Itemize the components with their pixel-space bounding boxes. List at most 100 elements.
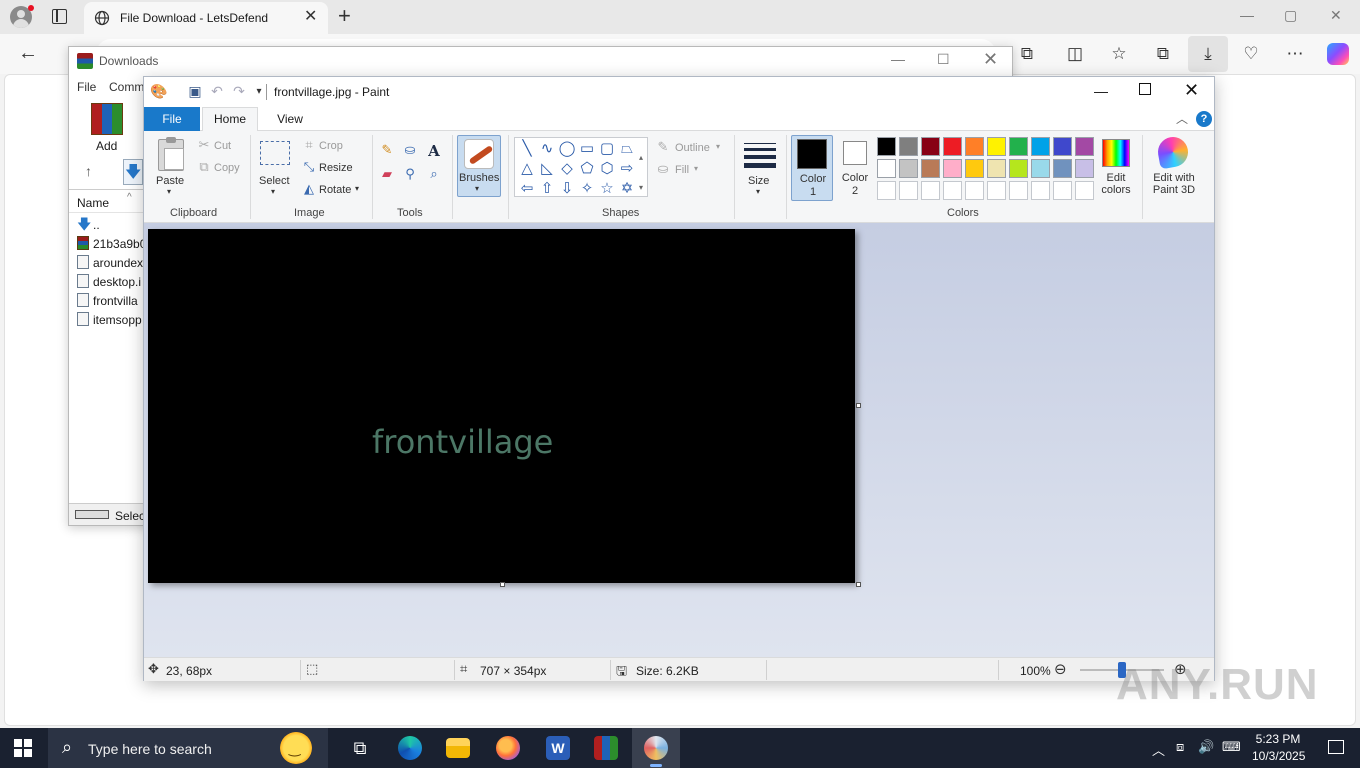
palette-swatch[interactable] <box>965 159 984 178</box>
taskbar-word[interactable]: W <box>534 728 582 768</box>
color-2-number[interactable]: 2 <box>838 185 872 198</box>
palette-swatch[interactable] <box>1009 181 1028 200</box>
select-button[interactable]: Select <box>259 175 290 187</box>
palette-swatch[interactable] <box>921 181 940 200</box>
color-picker-icon[interactable]: ⚲ <box>402 167 418 183</box>
six-point-star-shape-icon[interactable]: ✡ <box>617 178 637 198</box>
curve-shape-icon[interactable]: ∿ <box>537 138 557 158</box>
taskbar-paint[interactable] <box>632 728 680 768</box>
palette-swatch[interactable] <box>1031 137 1050 156</box>
size-dropdown-icon[interactable]: ▾ <box>756 187 760 196</box>
size-button[interactable]: Size <box>748 175 769 187</box>
palette-swatch[interactable] <box>1053 159 1072 178</box>
winrar-path-dropdown[interactable] <box>123 159 143 188</box>
five-point-star-shape-icon[interactable]: ☆ <box>597 178 617 198</box>
brushes-button[interactable]: Brushes ▾ <box>457 135 501 197</box>
palette-swatch[interactable] <box>943 137 962 156</box>
keyboard-icon[interactable]: ⌨ <box>1222 740 1241 755</box>
clipboard-icon[interactable] <box>158 137 184 171</box>
volume-icon[interactable]: 🔊 <box>1198 740 1214 755</box>
resize-handle-bottom[interactable] <box>500 582 505 587</box>
taskbar-edge[interactable] <box>386 728 434 768</box>
palette-swatch[interactable] <box>899 159 918 178</box>
diamond-shape-icon[interactable]: ◇ <box>557 158 577 178</box>
shapes-scroll-up-icon[interactable]: ▴ <box>635 148 647 168</box>
oval-shape-icon[interactable]: ◯ <box>557 138 577 158</box>
winrar-minimize-button[interactable]: — <box>891 51 905 67</box>
palette-swatch[interactable] <box>921 159 940 178</box>
clock-time[interactable]: 5:23 PM <box>1252 732 1304 746</box>
copilot-icon[interactable] <box>1327 43 1349 65</box>
color-2-swatch[interactable] <box>843 141 867 165</box>
list-item[interactable]: itemsopp <box>75 310 145 329</box>
palette-swatch[interactable] <box>987 137 1006 156</box>
list-item[interactable]: desktop.i <box>75 272 145 291</box>
paint-close-button[interactable]: ✕ <box>1184 80 1199 101</box>
tab-actions-icon[interactable] <box>52 9 67 24</box>
paint-minimize-button[interactable]: — <box>1094 83 1108 99</box>
down-arrow-shape-icon[interactable]: ⇩ <box>557 178 577 198</box>
color-1-button[interactable]: Color 1 <box>791 135 833 201</box>
windows-start-icon[interactable] <box>14 739 32 757</box>
list-item[interactable]: 🡇 .. <box>75 215 145 234</box>
network-icon[interactable]: ⧈ <box>1176 740 1184 755</box>
taskbar-search-box[interactable]: ⌕ Type here to search <box>48 728 328 768</box>
magnifier-icon[interactable]: ⌕ <box>426 167 442 183</box>
triangle-shape-icon[interactable]: △ <box>517 158 537 178</box>
clock-date[interactable]: 10/3/2025 <box>1252 749 1305 763</box>
polygon-shape-icon[interactable]: ⏢ <box>617 138 637 158</box>
column-name-header[interactable]: Name <box>77 196 109 210</box>
left-arrow-shape-icon[interactable]: ⇦ <box>517 178 537 198</box>
canvas-workspace[interactable]: frontvillage <box>144 223 1214 657</box>
resize-handle-right[interactable] <box>856 403 861 408</box>
rotate-button[interactable]: Rotate <box>319 184 351 196</box>
zoom-out-icon[interactable]: ⊖ <box>1054 660 1067 678</box>
tab-view[interactable]: View <box>262 107 318 131</box>
list-item[interactable]: aroundex <box>75 253 145 272</box>
tab-file[interactable]: File <box>144 107 200 131</box>
edit-colors-icon[interactable] <box>1102 139 1130 167</box>
winrar-menu-commands[interactable]: Comm <box>109 80 144 94</box>
palette-swatch[interactable] <box>1031 181 1050 200</box>
palette-swatch[interactable] <box>1031 159 1050 178</box>
outline-button[interactable]: Outline <box>675 142 710 154</box>
more-options-icon[interactable]: ⋯ <box>1284 43 1306 65</box>
paint-3d-label-line2[interactable]: Paint 3D <box>1146 184 1202 197</box>
help-icon[interactable]: ? <box>1196 111 1212 127</box>
rounded-rectangle-shape-icon[interactable]: ▢ <box>597 138 617 158</box>
paint-maximize-button[interactable] <box>1139 83 1151 95</box>
palette-swatch[interactable] <box>1009 159 1028 178</box>
palette-swatch[interactable] <box>1053 181 1072 200</box>
palette-swatch[interactable] <box>965 181 984 200</box>
paste-button[interactable]: Paste <box>156 175 184 187</box>
edit-colors-label-line2[interactable]: colors <box>1094 184 1138 197</box>
new-tab-button[interactable]: + <box>338 5 351 27</box>
pencil-icon[interactable]: ✎ <box>379 143 395 159</box>
palette-swatch[interactable] <box>943 159 962 178</box>
paste-dropdown-icon[interactable]: ▾ <box>167 187 171 196</box>
palette-swatch[interactable] <box>987 159 1006 178</box>
browser-close-button[interactable]: ✕ <box>1330 7 1342 24</box>
show-hidden-icons-icon[interactable]: ︿ <box>1152 740 1165 759</box>
palette-swatch[interactable] <box>1075 137 1094 156</box>
palette-swatch[interactable] <box>1053 137 1072 156</box>
save-icon[interactable]: ▣ <box>186 83 204 101</box>
undo-icon[interactable]: ↶ <box>208 83 226 101</box>
shapes-gallery[interactable]: ╲ ∿ ◯ ▭ ▢ ⏢ △ ◺ ◇ ⬠ ⬡ ⇨ ⇦ ⇧ ⇩ ✧ ☆ ✡ ▴ ▾ <box>514 137 648 197</box>
browser-tab-active[interactable]: File Download - LetsDefend ✕ <box>84 2 328 34</box>
resize-button[interactable]: Resize <box>319 162 353 174</box>
drawing-canvas[interactable]: frontvillage <box>148 229 855 583</box>
redo-icon[interactable]: ↷ <box>230 83 248 101</box>
four-point-star-shape-icon[interactable]: ✧ <box>577 178 597 198</box>
eraser-icon[interactable]: ▰ <box>379 167 395 183</box>
winrar-menu-file[interactable]: File <box>77 80 96 94</box>
resize-handle-corner[interactable] <box>856 582 861 587</box>
fill-dropdown-icon[interactable]: ▾ <box>694 164 698 173</box>
cut-button[interactable]: Cut <box>214 140 231 152</box>
paint-3d-icon[interactable] <box>1155 134 1191 170</box>
palette-swatch[interactable] <box>899 181 918 200</box>
palette-swatch[interactable] <box>1075 181 1094 200</box>
collections-icon[interactable]: ⧉ <box>1152 43 1174 65</box>
select-dropdown-icon[interactable]: ▾ <box>271 187 275 196</box>
copy-button[interactable]: Copy <box>214 162 240 174</box>
